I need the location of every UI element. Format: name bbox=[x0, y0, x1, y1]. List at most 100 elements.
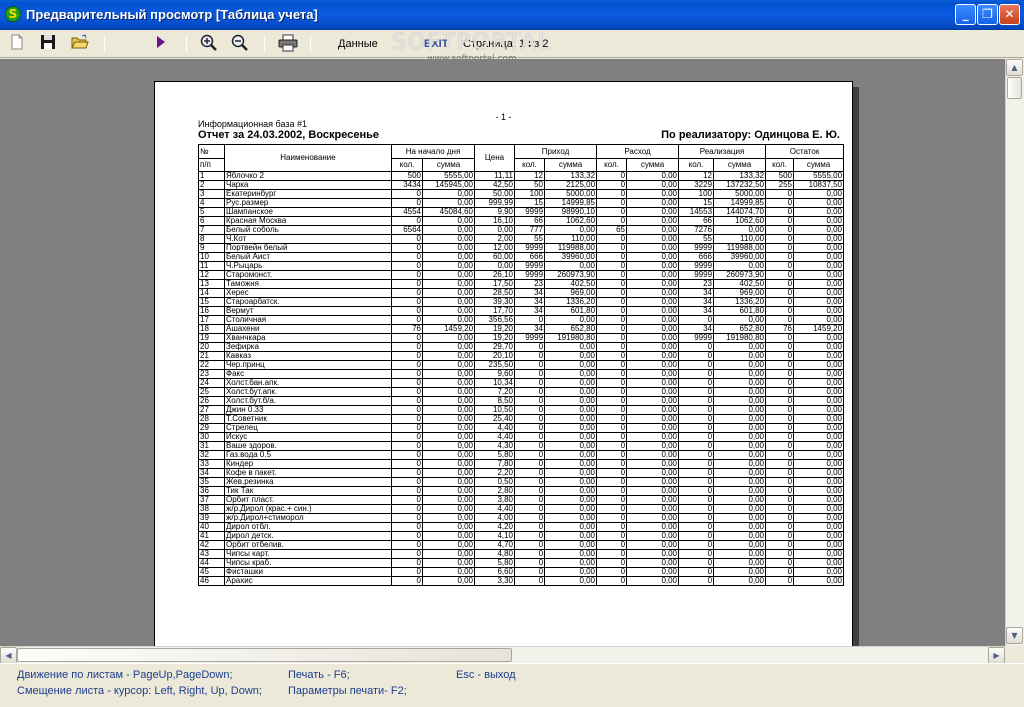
close-button[interactable]: ✕ bbox=[999, 4, 1020, 25]
item-name: Арахис bbox=[224, 576, 392, 586]
table-cell: 0 bbox=[514, 369, 546, 379]
scroll-down-button[interactable]: ▼ bbox=[1006, 627, 1023, 644]
row-index: 21 bbox=[198, 351, 225, 361]
table-cell: 0,00 bbox=[421, 423, 476, 433]
table-cell: 0,00 bbox=[793, 315, 845, 325]
table-cell: 0 bbox=[596, 459, 628, 469]
table-cell: 0,00 bbox=[626, 315, 680, 325]
table-row: 19 Хванчкара 0 0,00 19,20 9999 191980,80 0 0,00 9… bbox=[198, 333, 845, 343]
table-cell: 652,80 bbox=[713, 324, 767, 334]
table-cell: 0,00 bbox=[544, 225, 598, 235]
table-cell: 4,30 bbox=[474, 441, 516, 451]
header-qty: кол. bbox=[391, 158, 423, 172]
scroll-right-button[interactable]: ▶ bbox=[988, 647, 1005, 664]
header-num-sub: п/п bbox=[198, 158, 225, 172]
row-index: 2 bbox=[198, 180, 225, 190]
table-cell: 0 bbox=[765, 549, 795, 559]
table-cell: 0,00 bbox=[626, 522, 680, 532]
scroll-up-button[interactable]: ▲ bbox=[1006, 59, 1023, 76]
table-cell: 0 bbox=[391, 414, 423, 424]
play-icon[interactable] bbox=[155, 34, 167, 54]
table-cell: 7,80 bbox=[474, 459, 516, 469]
item-name: Фисташки bbox=[224, 567, 392, 577]
data-button[interactable]: Данные bbox=[338, 34, 378, 54]
report-seller: По реализатору: Одинцова Е. Ю. bbox=[661, 129, 840, 141]
horizontal-scrollbar[interactable]: ◀ ▶ bbox=[0, 646, 1005, 664]
table-cell: 12 bbox=[514, 171, 546, 181]
table-cell: 0 bbox=[765, 477, 795, 487]
app-icon[interactable]: S bbox=[5, 6, 21, 22]
table-cell: 0 bbox=[596, 288, 628, 298]
vertical-scroll-thumb[interactable] bbox=[1007, 77, 1022, 99]
table-cell: 652,80 bbox=[544, 324, 598, 334]
table-cell: 0 bbox=[678, 558, 715, 568]
table-cell: 0,00 bbox=[544, 441, 598, 451]
table-cell: 55 bbox=[514, 234, 546, 244]
table-cell: 5555,00 bbox=[421, 171, 476, 181]
table-row: 22 Чер.принц 0 0,00 235,50 0 0,00 0 0,00 0 0,00 0 0,… bbox=[198, 360, 845, 370]
table-cell: 601,80 bbox=[713, 306, 767, 316]
row-index: 6 bbox=[198, 216, 225, 226]
toolbar-separator bbox=[186, 35, 187, 53]
maximize-button[interactable]: ❐ bbox=[977, 4, 998, 25]
table-cell: 0 bbox=[514, 468, 546, 478]
table-cell: 0 bbox=[391, 189, 423, 199]
table-cell: 0,00 bbox=[626, 396, 680, 406]
table-cell: 0,00 bbox=[793, 558, 845, 568]
table-row: 33 Киндер 0 0,00 7,80 0 0,00 0 0,00 0 0,00 0 0,00 bbox=[198, 459, 845, 469]
item-name: Шампанское bbox=[224, 207, 392, 217]
table-cell: 0,00 bbox=[626, 477, 680, 487]
minimize-button[interactable]: _ bbox=[955, 4, 976, 25]
table-cell: 0 bbox=[391, 459, 423, 469]
table-cell: 0 bbox=[596, 468, 628, 478]
table-cell: 0 bbox=[391, 540, 423, 550]
table-cell: 0,00 bbox=[544, 360, 598, 370]
table-cell: 12,00 bbox=[474, 243, 516, 253]
table-cell: 0 bbox=[765, 387, 795, 397]
table-row: 9 Портвейн белый 0 0,00 12,00 9999 119988,00 0 0… bbox=[198, 243, 845, 253]
title-bar[interactable]: S Предварительный просмотр [Таблица учет… bbox=[0, 0, 1024, 30]
new-document-icon[interactable] bbox=[10, 34, 24, 54]
table-cell: 0 bbox=[391, 405, 423, 415]
preview-area[interactable]: - 1 - Информационная база #1 Отчет за 24… bbox=[0, 59, 1005, 646]
table-cell: 0,00 bbox=[793, 567, 845, 577]
table-row: 24 Холст.бан.апк. 0 0,00 10,34 0 0,00 0 0,00 0 0,0… bbox=[198, 378, 845, 388]
table-cell: 0 bbox=[514, 495, 546, 505]
save-icon[interactable] bbox=[40, 34, 56, 54]
table-cell: 260973,90 bbox=[544, 270, 598, 280]
open-folder-icon[interactable] bbox=[71, 34, 89, 54]
preview-page: - 1 - Информационная база #1 Отчет за 24… bbox=[154, 81, 853, 646]
table-cell: 0,00 bbox=[421, 279, 476, 289]
vertical-scrollbar[interactable]: ▲ ▼ bbox=[1005, 59, 1024, 646]
table-cell: 0,00 bbox=[626, 387, 680, 397]
item-name: Белый соболь bbox=[224, 225, 392, 235]
table-cell: 0,00 bbox=[544, 531, 598, 541]
print-icon[interactable] bbox=[278, 34, 298, 54]
table-cell: 0 bbox=[391, 567, 423, 577]
zoom-in-icon[interactable] bbox=[200, 34, 218, 54]
help-print: Печать - F6; bbox=[288, 669, 350, 681]
table-cell: 0 bbox=[765, 495, 795, 505]
exit-button[interactable]: EXIT bbox=[424, 34, 448, 54]
horizontal-scroll-thumb[interactable] bbox=[17, 648, 512, 662]
row-index: 41 bbox=[198, 531, 225, 541]
table-cell: 191980,80 bbox=[544, 333, 598, 343]
header-sales: Реализация bbox=[678, 144, 767, 159]
table-cell: 0 bbox=[514, 423, 546, 433]
zoom-out-icon[interactable] bbox=[231, 34, 249, 54]
table-cell: 0,00 bbox=[544, 396, 598, 406]
table-cell: 14999,85 bbox=[713, 198, 767, 208]
table-cell: 0,00 bbox=[793, 198, 845, 208]
table-cell: 0,00 bbox=[626, 378, 680, 388]
table-cell: 0 bbox=[596, 378, 628, 388]
table-cell: 0,00 bbox=[713, 396, 767, 406]
table-cell: 0,00 bbox=[421, 540, 476, 550]
table-cell: 60,00 bbox=[474, 252, 516, 262]
table-cell: 0 bbox=[596, 261, 628, 271]
table-cell: 402,50 bbox=[544, 279, 598, 289]
table-cell: 4,70 bbox=[474, 540, 516, 550]
table-cell: 34 bbox=[678, 324, 715, 334]
table-cell: 0,00 bbox=[793, 333, 845, 343]
scroll-left-button[interactable]: ◀ bbox=[0, 647, 17, 664]
table-cell: 0 bbox=[765, 513, 795, 523]
